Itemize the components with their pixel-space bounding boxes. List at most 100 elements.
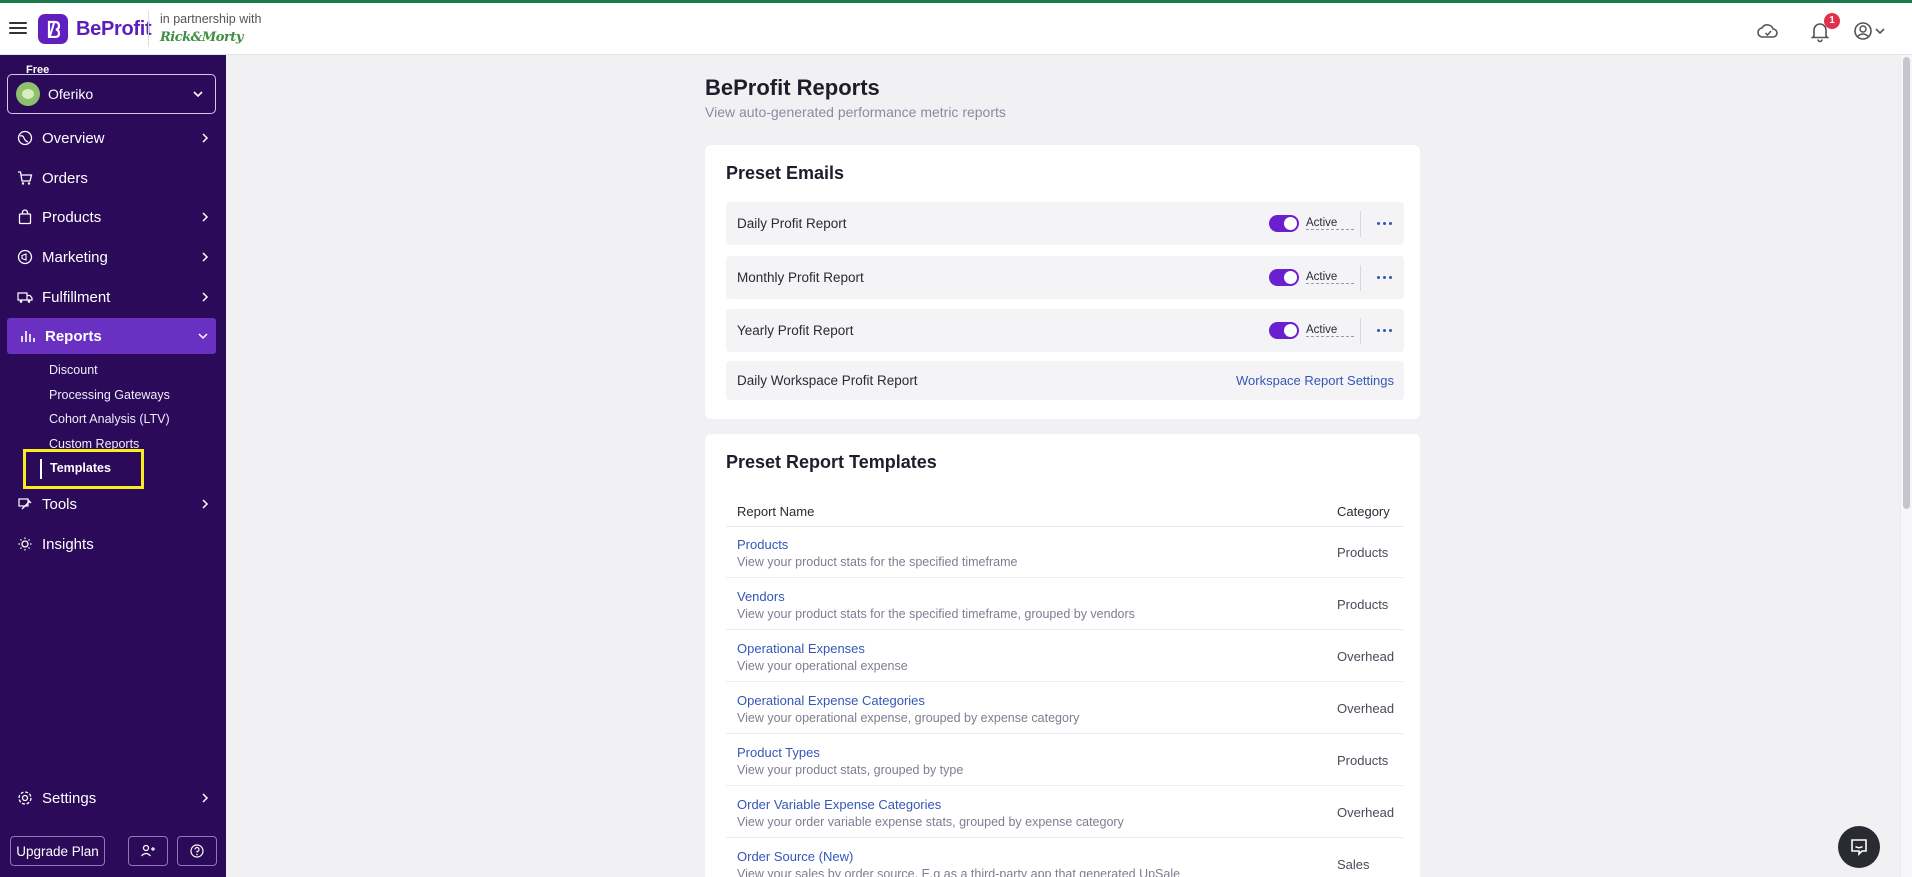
report-description: View your order variable expense stats, … <box>737 815 1124 829</box>
partner-text: in partnership with <box>160 12 262 26</box>
table-row: Order Source (New) View your sales by ord… <box>726 839 1404 877</box>
status-label[interactable]: Active <box>1306 271 1354 284</box>
row-divider <box>1360 264 1361 291</box>
preset-templates-card: Preset Report Templates Report Name Cate… <box>705 434 1420 877</box>
report-name-link[interactable]: Products <box>737 537 788 552</box>
report-category: Products <box>1337 753 1389 768</box>
status-label[interactable]: Active <box>1306 324 1354 337</box>
nav-insights[interactable]: Insights <box>0 527 226 561</box>
preset-emails-title: Preset Emails <box>726 163 845 183</box>
chevron-down-icon <box>198 333 208 340</box>
active-toggle[interactable] <box>1269 269 1299 286</box>
workspace-report-settings-link[interactable]: Workspace Report Settings <box>1236 373 1394 388</box>
store-name: Oferiko <box>48 86 94 102</box>
table-row: Operational Expenses View your operationa… <box>726 631 1404 682</box>
email-name: Daily Profit Report <box>737 216 847 231</box>
help-button[interactable] <box>177 836 217 866</box>
gear-icon <box>16 789 34 807</box>
report-name-link[interactable]: Operational Expense Categories <box>737 693 925 708</box>
nav-overview[interactable]: Overview <box>0 121 226 155</box>
report-description: View your operational expense <box>737 659 908 673</box>
report-name-link[interactable]: Operational Expenses <box>737 641 865 656</box>
nav-fulfillment[interactable]: Fulfillment <box>0 280 226 314</box>
megaphone-icon <box>16 248 34 266</box>
brand-logo[interactable]: BeProfit <box>38 14 152 44</box>
user-account-icon[interactable] <box>1852 19 1892 43</box>
report-name-link[interactable]: Product Types <box>737 745 820 760</box>
nav-tools[interactable]: Tools <box>0 487 226 521</box>
help-icon <box>190 844 204 858</box>
nav-products[interactable]: Products <box>0 200 226 234</box>
email-name: Monthly Profit Report <box>737 270 864 285</box>
report-name-link[interactable]: Order Source (New) <box>737 849 853 864</box>
scroll-thumb[interactable] <box>1903 57 1910 509</box>
nav-label: Settings <box>42 789 97 807</box>
upgrade-plan-button[interactable]: Upgrade Plan <box>10 836 105 866</box>
active-toggle[interactable] <box>1269 215 1299 232</box>
nav-label: Orders <box>42 169 88 187</box>
submenu-discount[interactable]: Discount <box>49 363 98 377</box>
partner-logo: Rick&Morty <box>160 30 243 45</box>
page-scrollbar[interactable] <box>1900 55 1912 877</box>
report-name-link[interactable]: Order Variable Expense Categories <box>737 797 941 812</box>
nav-reports[interactable]: Reports <box>7 318 216 354</box>
nav-label: Tools <box>42 495 78 513</box>
report-category: Products <box>1337 545 1389 560</box>
chevron-right-icon <box>202 292 209 302</box>
email-row-monthly: Monthly Profit Report Active <box>726 256 1404 299</box>
report-name-link[interactable]: Vendors <box>737 589 785 604</box>
nav-orders[interactable]: Orders <box>0 161 226 195</box>
report-description: View your product stats for the specifie… <box>737 607 1135 621</box>
email-row-workspace: Daily Workspace Profit Report Workspace … <box>726 361 1404 400</box>
globe-icon <box>16 129 34 147</box>
chevron-right-icon <box>202 499 209 509</box>
cart-icon <box>16 169 34 187</box>
preset-emails-card: Preset Emails Daily Profit Report Active… <box>705 145 1420 419</box>
chevron-right-icon <box>202 133 209 143</box>
focus-highlight <box>23 449 144 489</box>
chat-icon <box>1851 839 1867 856</box>
store-selector[interactable]: Oferiko <box>7 74 216 114</box>
report-description: View your product stats for the specifie… <box>737 555 1018 569</box>
report-description: View your operational expense, grouped b… <box>737 711 1080 725</box>
sidebar: Free Oferiko Overview Orders Products Ma… <box>0 55 226 877</box>
more-options-icon[interactable] <box>1373 217 1395 231</box>
report-category: Overhead <box>1337 701 1395 716</box>
report-category: Overhead <box>1337 649 1395 664</box>
add-user-icon <box>141 844 155 857</box>
table-row: Product Types View your product stats, gr… <box>726 735 1404 786</box>
beprofit-logo-icon <box>38 14 68 44</box>
more-options-icon[interactable] <box>1373 271 1395 285</box>
status-label[interactable]: Active <box>1306 217 1354 230</box>
nav-label: Insights <box>42 535 94 553</box>
menu-icon[interactable] <box>9 19 27 37</box>
more-options-icon[interactable] <box>1373 324 1395 338</box>
nav-settings[interactable]: Settings <box>0 781 226 815</box>
tools-icon <box>16 495 34 513</box>
table-row: Products View your product stats for the … <box>726 527 1404 578</box>
chevron-down-icon <box>193 91 203 98</box>
preset-templates-title: Preset Report Templates <box>726 452 937 472</box>
row-divider <box>1360 210 1361 237</box>
submenu-cohort-analysis[interactable]: Cohort Analysis (LTV) <box>49 412 170 426</box>
top-bar: BeProfit in partnership with Rick&Morty … <box>0 0 1912 55</box>
chevron-right-icon <box>202 212 209 222</box>
nav-label: Marketing <box>42 248 108 266</box>
report-description: View your sales by order source, E.g as … <box>737 867 1181 877</box>
report-category: Products <box>1337 597 1389 612</box>
email-row-daily: Daily Profit Report Active <box>726 202 1404 245</box>
active-toggle[interactable] <box>1269 322 1299 339</box>
email-row-yearly: Yearly Profit Report Active <box>726 309 1404 352</box>
invite-user-button[interactable] <box>128 836 168 866</box>
cloud-sync-icon[interactable] <box>1756 19 1780 43</box>
report-category: Sales <box>1337 857 1370 872</box>
chat-launcher-button[interactable] <box>1838 826 1880 868</box>
nav-marketing[interactable]: Marketing <box>0 240 226 274</box>
page-title: BeProfit Reports <box>705 75 880 100</box>
column-header-category: Category <box>1337 504 1390 519</box>
truck-icon <box>16 288 34 306</box>
submenu-processing-gateways[interactable]: Processing Gateways <box>49 388 170 402</box>
notification-badge: 1 <box>1824 13 1840 29</box>
header-divider <box>148 11 149 47</box>
table-row: Order Variable Expense Categories View yo… <box>726 787 1404 838</box>
